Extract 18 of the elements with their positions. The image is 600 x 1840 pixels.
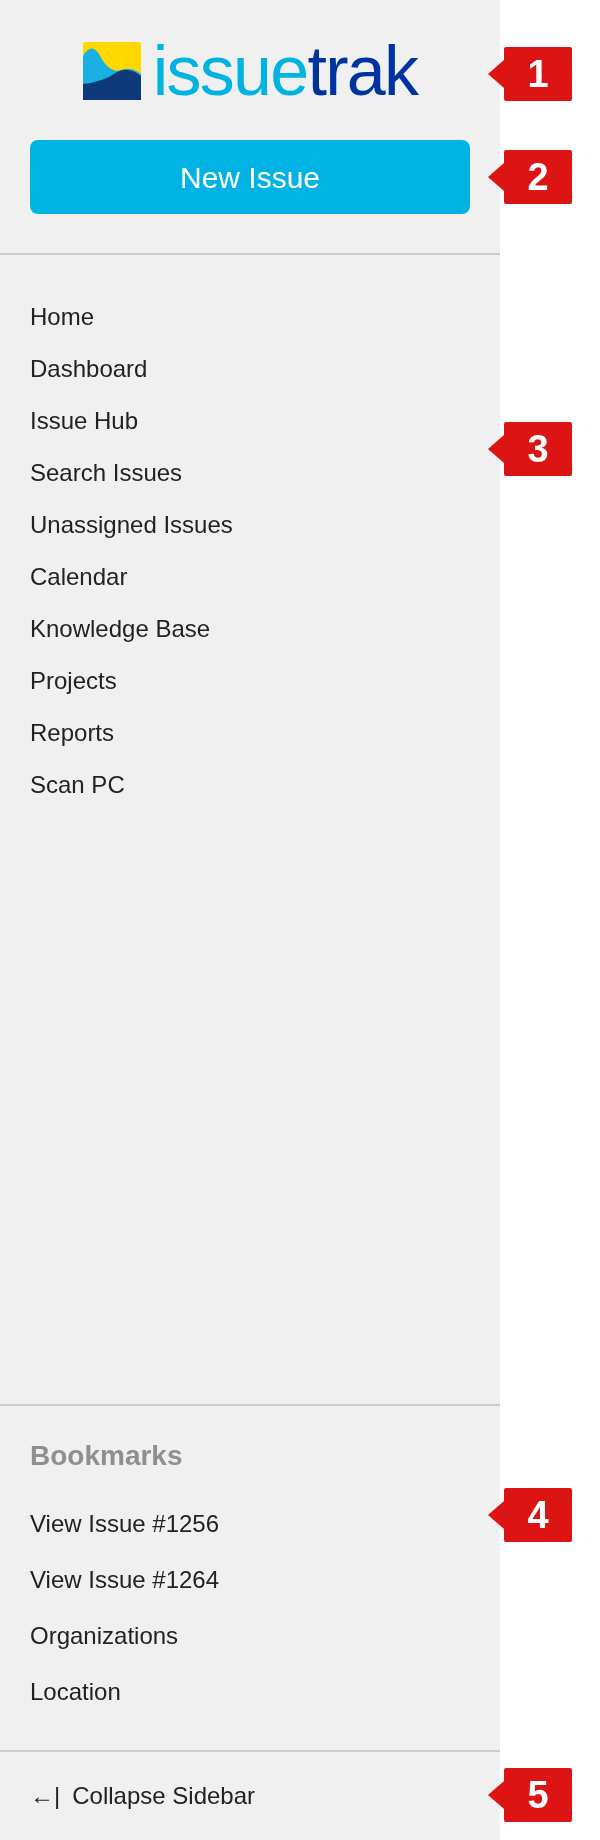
nav-link[interactable]: Home	[30, 291, 95, 343]
bookmark-link[interactable]: View Issue #1256	[30, 1496, 220, 1552]
bookmark-link[interactable]: Location	[30, 1664, 121, 1720]
nav-link[interactable]: Issue Hub	[30, 395, 139, 447]
bookmarks-heading: Bookmarks	[30, 1439, 183, 1473]
nav-link[interactable]: Scan PC	[30, 759, 125, 811]
nav-link[interactable]: Search Issues	[30, 447, 183, 499]
nav-link[interactable]: Calendar	[30, 551, 128, 603]
logo-wordmark: issuetrak	[152, 36, 418, 106]
nav-link[interactable]: Dashboard	[30, 343, 148, 395]
bookmark-link[interactable]: View Issue #1264	[30, 1552, 220, 1608]
nav-link[interactable]: Unassigned Issues	[30, 499, 233, 551]
collapse-sidebar-button[interactable]: ←| Collapse Sidebar	[30, 1778, 255, 1814]
nav-link[interactable]: Reports	[30, 707, 115, 759]
nav-link[interactable]: Projects	[30, 655, 117, 707]
nav-link[interactable]: Knowledge Base	[30, 603, 211, 655]
logo-icon	[82, 42, 141, 100]
bookmark-link[interactable]: Organizations	[30, 1608, 179, 1664]
